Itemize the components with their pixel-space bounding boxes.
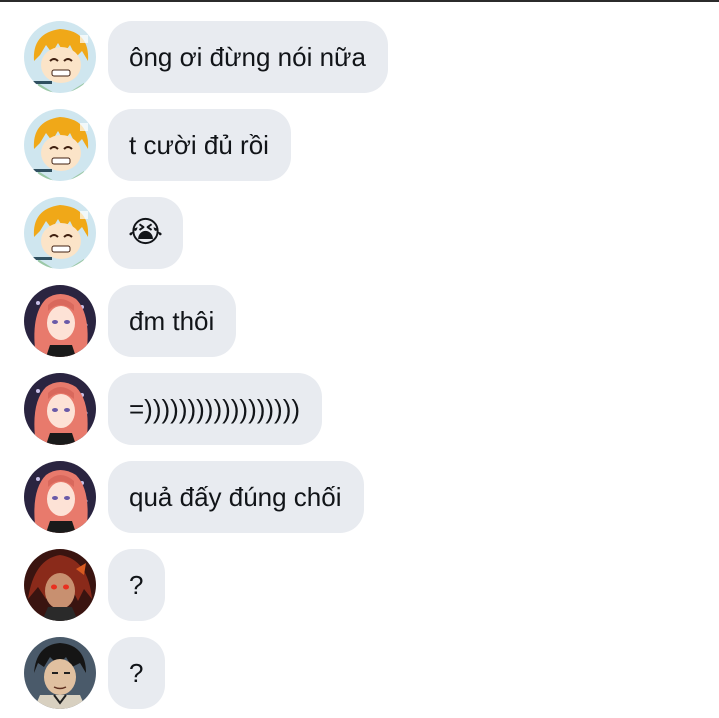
message-bubble[interactable]: ? [108,549,166,621]
message-bubble[interactable]: t cười đủ rồi [108,109,291,181]
message-text: đm thôi [129,305,215,336]
message-row: quả đấy đúng chối [24,461,364,533]
message-row: ông ơi đừng nói nữa [24,21,388,93]
crying-emoji: 😭 [128,216,164,249]
red-eyes-avatar[interactable] [24,549,96,621]
message-bubble[interactable]: đm thôi [108,285,237,357]
zenitsu-avatar[interactable] [24,21,96,93]
message-row: t cười đủ rồi [24,109,291,181]
dark-hair-avatar[interactable] [24,637,96,709]
message-text: ? [129,569,144,600]
zenitsu-avatar[interactable] [24,109,96,181]
message-row: ? [24,549,166,621]
pink-hair-avatar[interactable] [24,461,96,533]
message-bubble[interactable]: ông ơi đừng nói nữa [108,21,388,93]
message-row: đm thôi [24,285,237,357]
message-text: =)))))))))))))))))) [129,393,301,424]
pink-hair-avatar[interactable] [24,285,96,357]
message-row: ? [24,637,166,709]
message-bubble[interactable]: 😭 [108,197,184,269]
message-text: quả đấy đúng chối [129,481,342,512]
zenitsu-avatar[interactable] [24,197,96,269]
message-bubble[interactable]: =)))))))))))))))))) [108,373,323,445]
message-text: t cười đủ rồi [129,129,269,160]
chat-thread: ông ơi đừng nói nữa t cười đủ rồi 😭 đm t… [0,0,719,718]
message-text: ông ơi đừng nói nữa [129,41,366,72]
message-row: 😭 [24,197,184,269]
pink-hair-avatar[interactable] [24,373,96,445]
message-bubble[interactable]: ? [108,637,166,709]
message-bubble[interactable]: quả đấy đúng chối [108,461,364,533]
message-row: =)))))))))))))))))) [24,373,323,445]
message-text: ? [129,657,144,688]
